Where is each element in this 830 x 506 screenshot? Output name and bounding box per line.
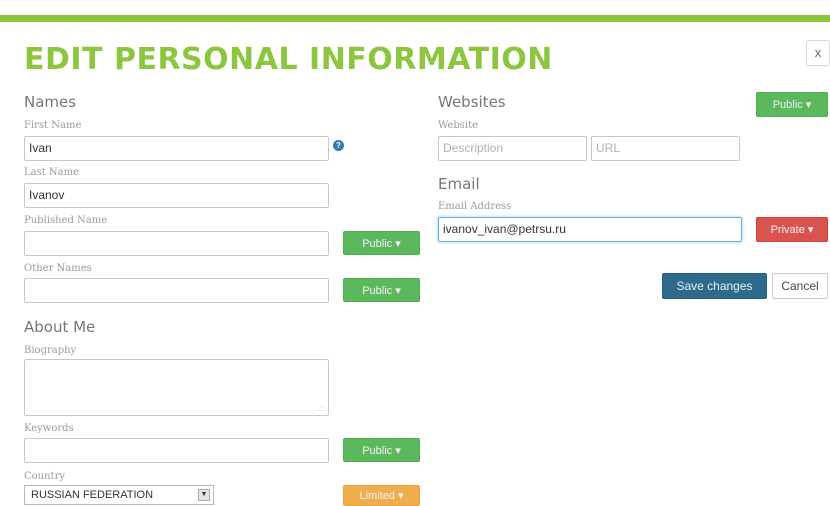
email-input[interactable]: ivanov_ivan@petrsu.ru (438, 217, 742, 242)
names-heading: Names (24, 93, 77, 111)
keywords-input[interactable] (24, 438, 329, 463)
website-description-input[interactable]: Description (438, 136, 587, 161)
country-select[interactable]: RUSSIAN FEDERATION ▼ (24, 485, 214, 505)
close-button[interactable]: x (806, 40, 830, 66)
last-name-label: Last Name (24, 167, 80, 178)
other-names-input[interactable] (24, 278, 329, 303)
first-name-input[interactable]: Ivan (24, 136, 329, 161)
page-title: EDIT PERSONAL INFORMATION (24, 42, 553, 77)
biography-textarea[interactable]: .:: (24, 359, 329, 416)
other-names-privacy-button[interactable]: Public ▾ (343, 278, 420, 302)
keywords-label: Keywords (24, 423, 74, 434)
email-address-label: Email Address (438, 201, 512, 212)
website-url-input[interactable]: URL (591, 136, 740, 161)
published-name-label: Published Name (24, 215, 108, 226)
email-privacy-button[interactable]: Private ▾ (756, 217, 828, 242)
biography-label: Biography (24, 345, 77, 356)
chevron-down-icon[interactable]: ▼ (198, 489, 210, 501)
cancel-button[interactable]: Cancel (772, 273, 828, 299)
country-select-value: RUSSIAN FEDERATION (31, 489, 154, 501)
about-me-heading: About Me (24, 318, 96, 336)
top-accent-bar (0, 15, 830, 22)
website-label: Website (438, 120, 479, 131)
websites-heading: Websites (438, 93, 506, 111)
last-name-input[interactable]: Ivanov (24, 183, 329, 208)
keywords-privacy-button[interactable]: Public ▾ (343, 438, 420, 462)
email-heading: Email (438, 175, 480, 193)
first-name-label: First Name (24, 120, 82, 131)
save-changes-button[interactable]: Save changes (662, 273, 767, 299)
other-names-label: Other Names (24, 263, 92, 274)
resize-grip-icon[interactable]: .:: (318, 405, 325, 413)
websites-privacy-button[interactable]: Public ▾ (756, 92, 828, 117)
published-name-privacy-button[interactable]: Public ▾ (343, 231, 420, 255)
published-name-input[interactable] (24, 231, 329, 256)
help-icon[interactable]: ? (333, 140, 344, 151)
country-label: Country (24, 471, 66, 482)
country-privacy-button[interactable]: Limited ▾ (343, 485, 420, 506)
